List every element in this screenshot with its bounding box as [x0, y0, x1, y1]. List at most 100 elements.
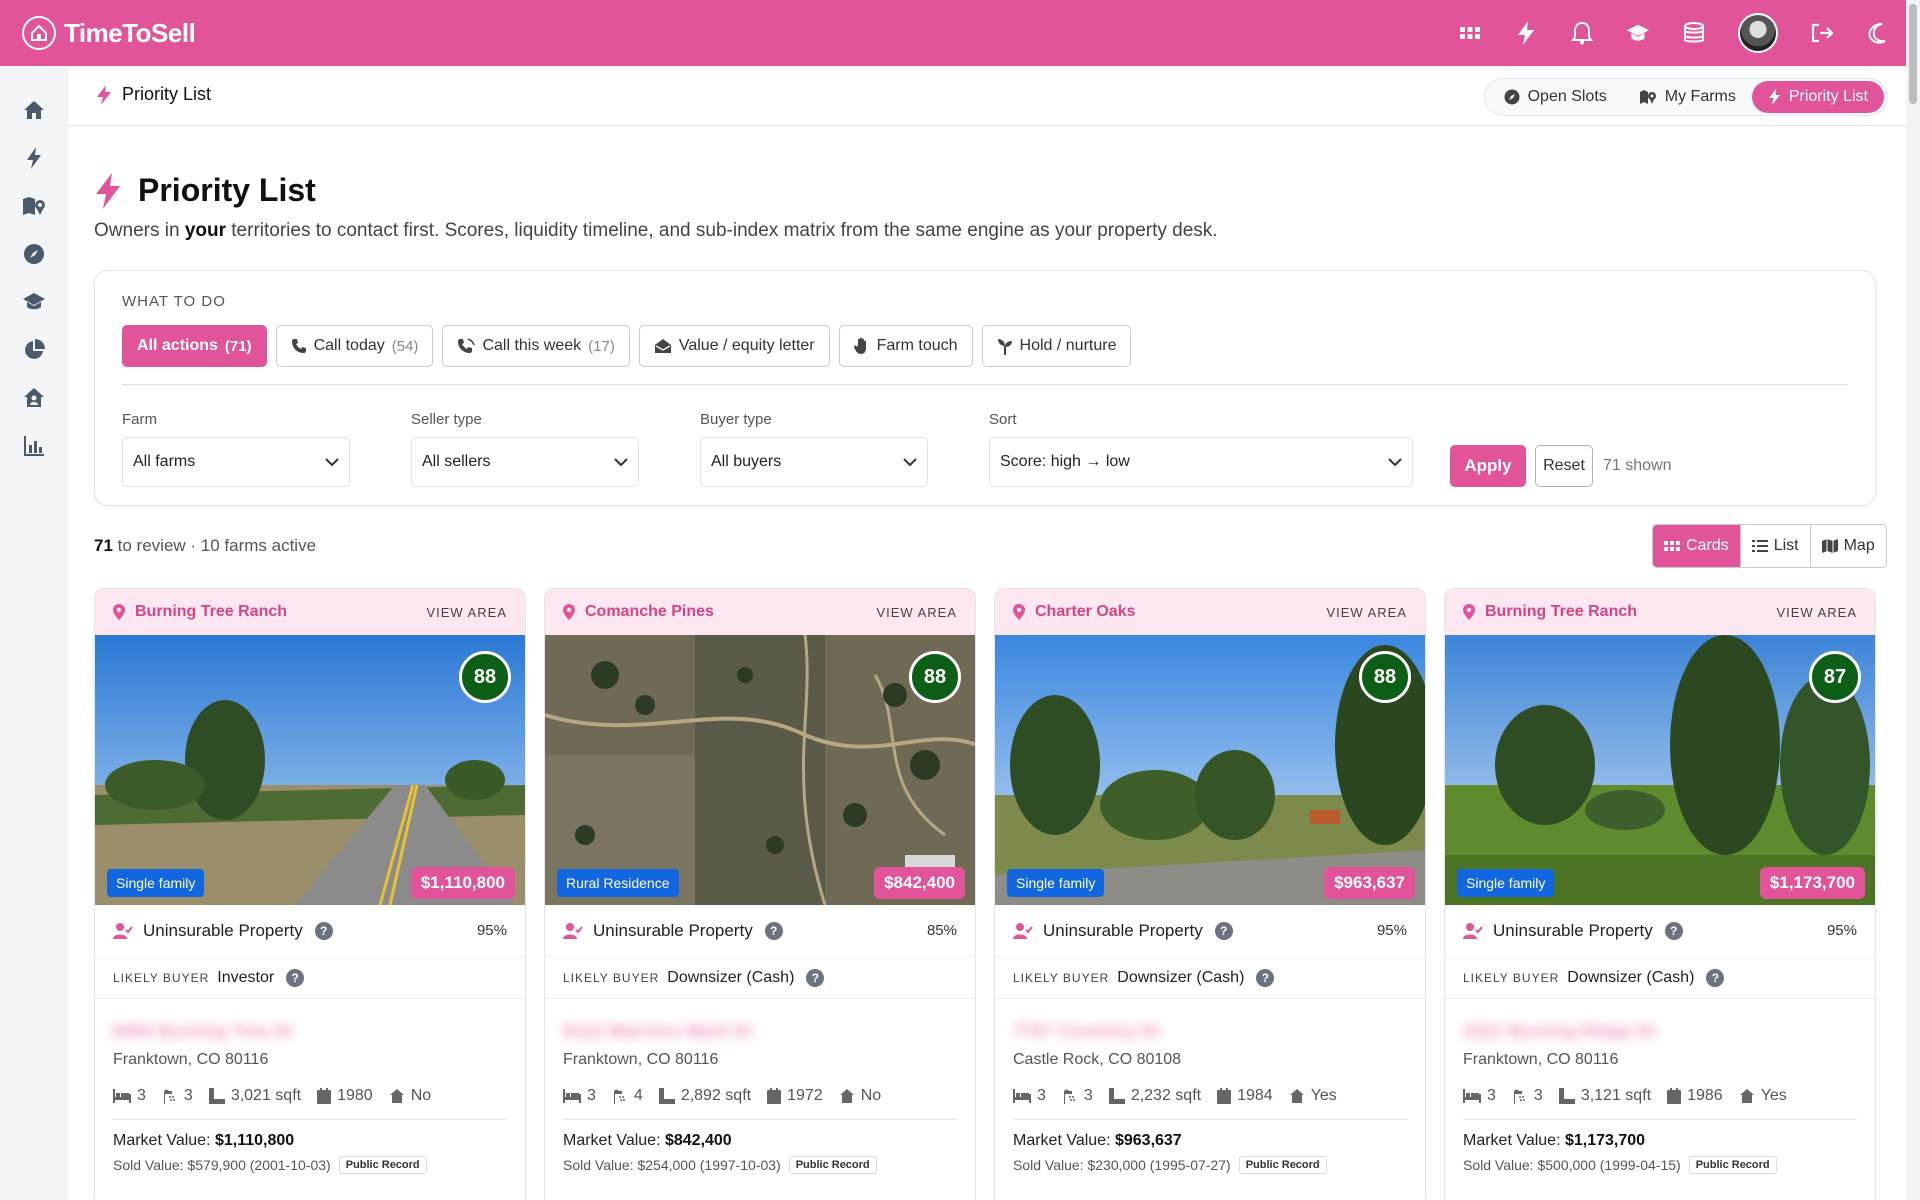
map-pin-icon — [1013, 604, 1025, 620]
farm-name[interactable]: Burning Tree Ranch — [1485, 603, 1637, 621]
action-hold-nurture[interactable]: Hold / nurture — [981, 325, 1132, 367]
view-area-link[interactable]: VIEW AREA — [1776, 605, 1857, 620]
user-check-icon — [113, 922, 133, 939]
graduation-cap-icon[interactable] — [1626, 21, 1650, 45]
pie-chart-icon[interactable] — [22, 338, 46, 362]
view-area-link[interactable]: VIEW AREA — [1326, 605, 1407, 620]
user-avatar[interactable] — [1738, 13, 1778, 53]
bell-icon[interactable] — [1570, 21, 1594, 45]
buyer-type: Downsizer (Cash) — [1117, 968, 1245, 986]
price-badge: $1,173,700 — [1759, 867, 1865, 899]
help-icon[interactable]: ? — [806, 968, 825, 987]
map-location-icon[interactable] — [22, 194, 46, 218]
help-icon[interactable]: ? — [1256, 968, 1275, 987]
house-user-icon[interactable] — [22, 386, 46, 410]
farm-name[interactable]: Comanche Pines — [585, 603, 714, 621]
house-icon — [1739, 1089, 1754, 1103]
bar-chart-icon[interactable] — [22, 434, 46, 458]
view-list-button[interactable]: List — [1739, 525, 1810, 567]
view-map-button[interactable]: Map — [1809, 525, 1886, 567]
property-type-badge: Single family — [1007, 869, 1105, 897]
coins-icon[interactable] — [1682, 21, 1706, 45]
logout-icon[interactable] — [1810, 21, 1834, 45]
shown-count: 71 shown — [1603, 457, 1672, 474]
farm-name[interactable]: Burning Tree Ranch — [135, 603, 287, 621]
address-blurred[interactable]: 8122 Warriors Mark Dr — [563, 1021, 773, 1043]
help-icon[interactable]: ? — [1706, 968, 1725, 987]
view-cards-button[interactable]: Cards — [1653, 525, 1740, 567]
property-card[interactable]: Comanche Pines VIEW AREA 88 Rural Reside… — [544, 588, 976, 1200]
tab-open-slots[interactable]: Open Slots — [1488, 81, 1623, 113]
view-area-link[interactable]: VIEW AREA — [426, 605, 507, 620]
scrollbar-track[interactable] — [1906, 0, 1920, 1200]
map-pin-icon — [1463, 604, 1475, 620]
view-list-label: List — [1773, 537, 1799, 554]
buyer-type: Downsizer (Cash) — [667, 968, 795, 986]
score-badge: 88 — [459, 651, 511, 703]
farm-name[interactable]: Charter Oaks — [1035, 603, 1136, 621]
house-icon — [389, 1089, 404, 1103]
apps-grid-icon[interactable] — [1458, 21, 1482, 45]
buyer-select-value: All buyers — [711, 453, 782, 470]
property-card[interactable]: Charter Oaks VIEW AREA 88 Single family … — [994, 588, 1426, 1200]
page-subtitle: Owners in your territories to contact fi… — [94, 220, 1218, 241]
action-farm-touch[interactable]: Farm touch — [838, 325, 973, 367]
bolt-icon[interactable] — [22, 146, 46, 170]
phone-icon — [291, 339, 306, 353]
divider — [122, 384, 1848, 385]
seller-row: Uninsurable Property ? 95% — [995, 905, 1425, 957]
bolt-icon[interactable] — [1514, 21, 1538, 45]
buyer-row: LIKELY BUYER Downsizer (Cash) ? — [545, 957, 975, 999]
home-icon[interactable] — [22, 98, 46, 122]
property-photo[interactable]: 88 Single family $963,637 — [995, 635, 1425, 905]
action-all[interactable]: All actions (71) — [122, 325, 267, 367]
moon-icon[interactable] — [1866, 21, 1890, 45]
help-icon[interactable]: ? — [764, 921, 783, 940]
market-value: Market Value: $1,110,800 — [113, 1132, 295, 1149]
likely-buyer-label: LIKELY BUYER — [1013, 970, 1110, 985]
property-card[interactable]: Burning Tree Ranch VIEW AREA 88 Single f… — [94, 588, 526, 1200]
tab-priority-list[interactable]: Priority List — [1751, 81, 1884, 113]
property-photo[interactable]: 87 Single family $1,173,700 — [1445, 635, 1875, 905]
address-blurred[interactable]: 7767 Coventry Dr — [1013, 1021, 1223, 1043]
house-logo-icon — [22, 16, 56, 50]
tab-open-slots-label: Open Slots — [1527, 88, 1607, 105]
ruler-icon — [1108, 1088, 1125, 1104]
seller-type: Uninsurable Property — [143, 920, 303, 940]
calendar-icon — [1667, 1088, 1682, 1104]
view-area-link[interactable]: VIEW AREA — [876, 605, 957, 620]
help-icon[interactable]: ? — [1664, 921, 1683, 940]
brand[interactable]: TimeToSell — [22, 16, 196, 50]
seller-probability: 95% — [1376, 922, 1407, 939]
action-call-this-week[interactable]: Call this week (17) — [442, 325, 630, 367]
property-card[interactable]: Burning Tree Ranch VIEW AREA 87 Single f… — [1444, 588, 1876, 1200]
help-icon[interactable]: ? — [314, 921, 333, 940]
farm-select[interactable]: All farms — [122, 437, 350, 487]
tab-priority-list-label: Priority List — [1788, 88, 1868, 105]
help-icon[interactable]: ? — [1214, 921, 1233, 940]
map-pin-icon — [113, 604, 125, 620]
buyer-select[interactable]: All buyers — [700, 437, 928, 487]
scrollbar-thumb[interactable] — [1909, 4, 1917, 104]
seller-type: Uninsurable Property — [593, 920, 753, 940]
property-photo[interactable]: 88 Single family $1,110,800 — [95, 635, 525, 905]
breadcrumb: Priority List — [96, 84, 211, 105]
compass-icon[interactable] — [22, 242, 46, 266]
property-facts: 3 3 3,121 sqft 1986 Yes — [1463, 1087, 1857, 1120]
address-blurred[interactable]: 2321 Burning Ridge Dr — [1463, 1021, 1673, 1043]
address-blurred[interactable]: 8404 Burning Tree Dr — [113, 1021, 323, 1043]
property-photo[interactable]: 88 Rural Residence $842,400 — [545, 635, 975, 905]
seller-select[interactable]: All sellers — [411, 437, 639, 487]
apply-button[interactable]: Apply — [1450, 445, 1526, 487]
help-icon[interactable]: ? — [286, 968, 305, 987]
action-call-today[interactable]: Call today (54) — [275, 325, 434, 367]
price-badge: $842,400 — [874, 867, 965, 899]
reset-button[interactable]: Reset — [1535, 445, 1593, 487]
tab-my-farms[interactable]: My Farms — [1623, 81, 1752, 113]
public-record-badge: Public Record — [788, 1156, 877, 1174]
action-value-equity-letter[interactable]: Value / equity letter — [638, 325, 830, 367]
graduation-cap-icon[interactable] — [22, 290, 46, 314]
calendar-icon — [767, 1088, 782, 1104]
property-type-badge: Single family — [1457, 869, 1555, 897]
sort-select[interactable]: Score: high → low — [989, 437, 1413, 487]
